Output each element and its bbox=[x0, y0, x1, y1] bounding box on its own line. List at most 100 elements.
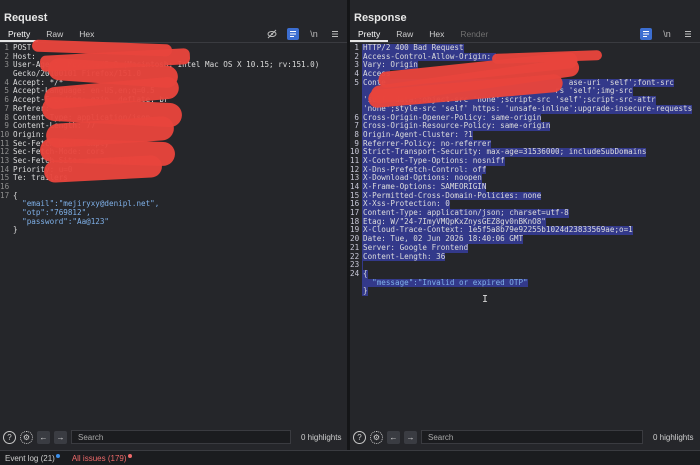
all-issues-link[interactable]: All issues (179) bbox=[71, 453, 132, 463]
code-text: Date: Tue, 02 Jun 2026 18:40:06 GMT bbox=[362, 235, 524, 244]
code-text: Content-Length: 36 bbox=[362, 252, 446, 262]
code-text: { bbox=[13, 191, 18, 200]
help-icon[interactable]: ? bbox=[353, 430, 366, 444]
line-number bbox=[350, 279, 362, 288]
eye-off-icon[interactable] bbox=[266, 28, 278, 40]
code-text: X-Content-Type-Options: nosniff bbox=[362, 156, 505, 166]
response-tab-pretty[interactable]: Pretty bbox=[350, 28, 389, 42]
code-line: 6 Cross-Origin-Opener-Policy: same-origin bbox=[350, 113, 700, 123]
code-line: 11 X-Content-Type-Options: nosniff bbox=[350, 156, 700, 166]
line-number bbox=[350, 287, 362, 296]
newline-icon[interactable]: \n bbox=[308, 28, 320, 40]
code-line: 16 X-Xss-Protection: 0 bbox=[350, 200, 700, 210]
code-line: 10 Strict-Transport-Security: max-age=315… bbox=[350, 148, 700, 157]
code-text: X-Dns-Prefetch-Control: off bbox=[362, 165, 487, 175]
code-line: 24{ bbox=[350, 268, 700, 279]
code-text: { bbox=[362, 269, 368, 279]
response-pane: Response Pretty Raw Hex Render \n 1 HTTP/… bbox=[350, 0, 700, 450]
request-search-input[interactable] bbox=[71, 430, 291, 444]
request-highlights-count: 0 highlights bbox=[301, 432, 342, 442]
code-line: 1 HTTP/2 400 Bad Request bbox=[350, 44, 700, 53]
arrow-left-icon[interactable]: ← bbox=[37, 430, 50, 444]
line-number bbox=[0, 226, 12, 235]
line-number bbox=[350, 87, 362, 96]
wrap-icon[interactable] bbox=[640, 28, 652, 40]
code-line: 7 Cross-Origin-Resource-Policy: same-orig… bbox=[350, 121, 700, 131]
code-text: Cross-Origin-Opener-Policy: same-origin bbox=[362, 113, 542, 123]
code-line: "message":"Invalid or expired OTP" bbox=[350, 278, 700, 288]
arrow-right-icon[interactable]: → bbox=[404, 430, 417, 444]
code-text: } bbox=[362, 287, 368, 296]
code-line: "email":"mejiryxy@denipl.net", bbox=[0, 200, 347, 209]
code-line: 17{ bbox=[0, 190, 347, 201]
menu-icon[interactable] bbox=[682, 28, 694, 40]
menu-icon[interactable] bbox=[329, 28, 341, 40]
text-cursor-icon: I bbox=[482, 294, 489, 305]
code-text: Strict-Transport-Security: max-age=31536… bbox=[362, 148, 647, 157]
code-line: 22 Content-Length: 36 bbox=[350, 252, 700, 262]
code-line: 23 bbox=[350, 260, 700, 270]
line-number bbox=[0, 200, 12, 209]
code-line: 20 Date: Tue, 02 Jun 2026 18:40:06 GMT bbox=[350, 234, 700, 244]
arrow-left-icon[interactable]: ← bbox=[387, 430, 400, 444]
response-tools: \n bbox=[640, 28, 694, 40]
request-footer: ? ⚙ ← → 0 highlights bbox=[0, 426, 347, 448]
code-text: } bbox=[13, 226, 18, 235]
code-line: 17 Content-Type: application/json; charse… bbox=[350, 208, 700, 218]
code-text: X-Xss-Protection: 0 bbox=[362, 200, 450, 210]
code-line: 12 X-Dns-Prefetch-Control: off bbox=[350, 165, 700, 175]
response-highlights-count: 0 highlights bbox=[653, 432, 694, 442]
request-tab-hex[interactable]: Hex bbox=[71, 28, 102, 42]
code-text: Etag: W/"24-7ImyVMQpKxZnysGEZ8gv0nBKnO8" bbox=[362, 217, 546, 227]
help-icon[interactable]: ? bbox=[3, 430, 16, 444]
code-text: 'none';style-src 'self' https: 'unsafe-i… bbox=[362, 104, 693, 114]
code-text: POST bbox=[13, 44, 32, 52]
line-number: 3 bbox=[4, 60, 9, 70]
code-text: Content-Type: application/json; charset=… bbox=[362, 209, 569, 218]
request-pane: Request Pretty Raw Hex \n 1 POST 2 Host: 3U… bbox=[0, 0, 347, 450]
code-text: "otp":"769812", bbox=[13, 209, 91, 218]
line-number: 24 bbox=[350, 268, 360, 278]
code-line: "otp":"769812", bbox=[0, 209, 347, 218]
response-tab-render[interactable]: Render bbox=[452, 28, 496, 42]
code-line: 19 X-Cloud-Trace-Context: 1e5f5a8b79e9225… bbox=[350, 226, 700, 236]
code-text: X-Frame-Options: SAMEORIGIN bbox=[362, 183, 487, 192]
response-title: Response bbox=[354, 12, 407, 24]
code-line: 'none';style-src 'self' https: 'unsafe-i… bbox=[350, 104, 700, 114]
code-line: "password":"Aa@123" bbox=[0, 218, 347, 227]
code-text: Host: bbox=[13, 52, 41, 61]
code-text: X-Download-Options: noopen bbox=[362, 174, 482, 183]
code-line: 21 Server: Google Frontend bbox=[350, 243, 700, 253]
response-search-input[interactable] bbox=[421, 430, 643, 444]
newline-icon[interactable]: \n bbox=[661, 28, 673, 40]
event-log-link[interactable]: Event log (21) bbox=[5, 453, 60, 463]
all-issues-label: All issues (179) bbox=[71, 453, 127, 463]
wrap-icon[interactable] bbox=[287, 28, 299, 40]
code-text: Cross-Origin-Resource-Policy: same-origi… bbox=[362, 122, 551, 131]
code-text: Access-Control-Allow-Origin: bbox=[362, 52, 496, 62]
code-text: X-Permitted-Cross-Domain-Policies: none bbox=[362, 191, 542, 201]
code-line: } bbox=[350, 287, 700, 296]
gear-icon[interactable]: ⚙ bbox=[20, 430, 33, 444]
line-number: 5 bbox=[354, 77, 359, 87]
arrow-right-icon[interactable]: → bbox=[54, 430, 67, 444]
response-tab-raw[interactable]: Raw bbox=[388, 28, 421, 42]
code-text: X-Cloud-Trace-Context: 1e5f5a8b79e92255b… bbox=[362, 226, 633, 236]
line-number bbox=[350, 96, 362, 105]
all-issues-badge-dot bbox=[127, 453, 132, 458]
code-text: "email":"mejiryxy@denipl.net", bbox=[13, 200, 160, 209]
code-line: 13 X-Download-Options: noopen bbox=[350, 174, 700, 183]
gear-icon[interactable]: ⚙ bbox=[370, 430, 383, 444]
code-text: Origin-Agent-Cluster: ?1 bbox=[362, 130, 473, 140]
request-tab-pretty[interactable]: Pretty bbox=[0, 28, 39, 42]
request-tools: \n bbox=[266, 28, 341, 40]
code-text: "message":"Invalid or expired OTP" bbox=[362, 278, 528, 288]
response-footer: ? ⚙ ← → 0 highlights bbox=[350, 426, 700, 448]
line-number bbox=[0, 209, 12, 218]
event-log-badge-dot bbox=[55, 453, 60, 458]
event-log-label: Event log (21) bbox=[5, 453, 55, 463]
request-title: Request bbox=[4, 12, 48, 24]
line-number: 17 bbox=[0, 190, 10, 200]
code-line: 15 X-Permitted-Cross-Domain-Policies: non… bbox=[350, 191, 700, 201]
response-tab-hex[interactable]: Hex bbox=[421, 28, 452, 42]
